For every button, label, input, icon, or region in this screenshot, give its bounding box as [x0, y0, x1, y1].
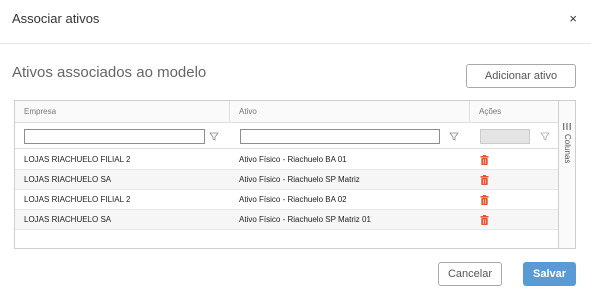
associate-assets-dialog: Associar ativos × Ativos associados ao m…: [0, 0, 591, 300]
assets-grid: Empresa Ativo Ações LOJAS RIACHUELO FILI…: [14, 100, 576, 249]
save-button[interactable]: Salvar: [523, 262, 576, 286]
add-asset-button[interactable]: Adicionar ativo: [466, 64, 576, 88]
filter-input-ativo[interactable]: [240, 129, 440, 144]
column-header-acoes: Ações: [479, 107, 502, 116]
columns-icon: [563, 123, 571, 130]
trash-icon[interactable]: [480, 215, 489, 225]
columns-panel-toggle[interactable]: Colunas: [558, 101, 575, 248]
columns-panel-label: Colunas: [563, 134, 572, 164]
cell-empresa: LOJAS RIACHUELO FILIAL 2: [24, 155, 131, 164]
filter-input-acoes: [480, 129, 530, 144]
filter-icon[interactable]: [448, 130, 460, 142]
trash-icon[interactable]: [480, 175, 489, 185]
cell-empresa: LOJAS RIACHUELO FILIAL 2: [24, 195, 131, 204]
cell-ativo: Ativo Físico - Riachuelo BA 02: [239, 195, 347, 204]
column-header-ativo[interactable]: Ativo: [230, 101, 469, 123]
close-icon[interactable]: ×: [569, 11, 577, 27]
cell-empresa: LOJAS RIACHUELO SA: [24, 175, 112, 184]
table-row[interactable]: LOJAS RIACHUELO SA Ativo Físico - Riachu…: [15, 170, 559, 190]
trash-icon[interactable]: [480, 195, 489, 205]
dialog-header: Associar ativos ×: [0, 0, 591, 44]
cancel-button[interactable]: Cancelar: [438, 262, 502, 286]
table-row[interactable]: LOJAS RIACHUELO FILIAL 2 Ativo Físico - …: [15, 150, 559, 170]
filter-row: [15, 123, 559, 149]
trash-icon[interactable]: [480, 155, 489, 165]
table-row[interactable]: LOJAS RIACHUELO FILIAL 2 Ativo Físico - …: [15, 190, 559, 210]
filter-icon: [540, 132, 550, 141]
section-title: Ativos associados ao modelo: [12, 64, 207, 81]
grid-header-row: Empresa Ativo Ações: [15, 101, 559, 123]
cell-ativo: Ativo Físico - Riachuelo SP Matriz 01: [239, 215, 371, 224]
cell-ativo: Ativo Físico - Riachuelo BA 01: [239, 155, 347, 164]
filter-input-empresa[interactable]: [24, 129, 205, 144]
column-header-empresa[interactable]: Empresa: [15, 101, 229, 123]
cell-ativo: Ativo Físico - Riachuelo SP Matriz: [239, 175, 360, 184]
column-divider: [229, 101, 230, 123]
table-row[interactable]: LOJAS RIACHUELO SA Ativo Físico - Riachu…: [15, 210, 559, 230]
dialog-title: Associar ativos: [12, 11, 100, 26]
column-divider: [469, 101, 470, 123]
filter-icon[interactable]: [208, 130, 220, 142]
cell-empresa: LOJAS RIACHUELO SA: [24, 215, 112, 224]
